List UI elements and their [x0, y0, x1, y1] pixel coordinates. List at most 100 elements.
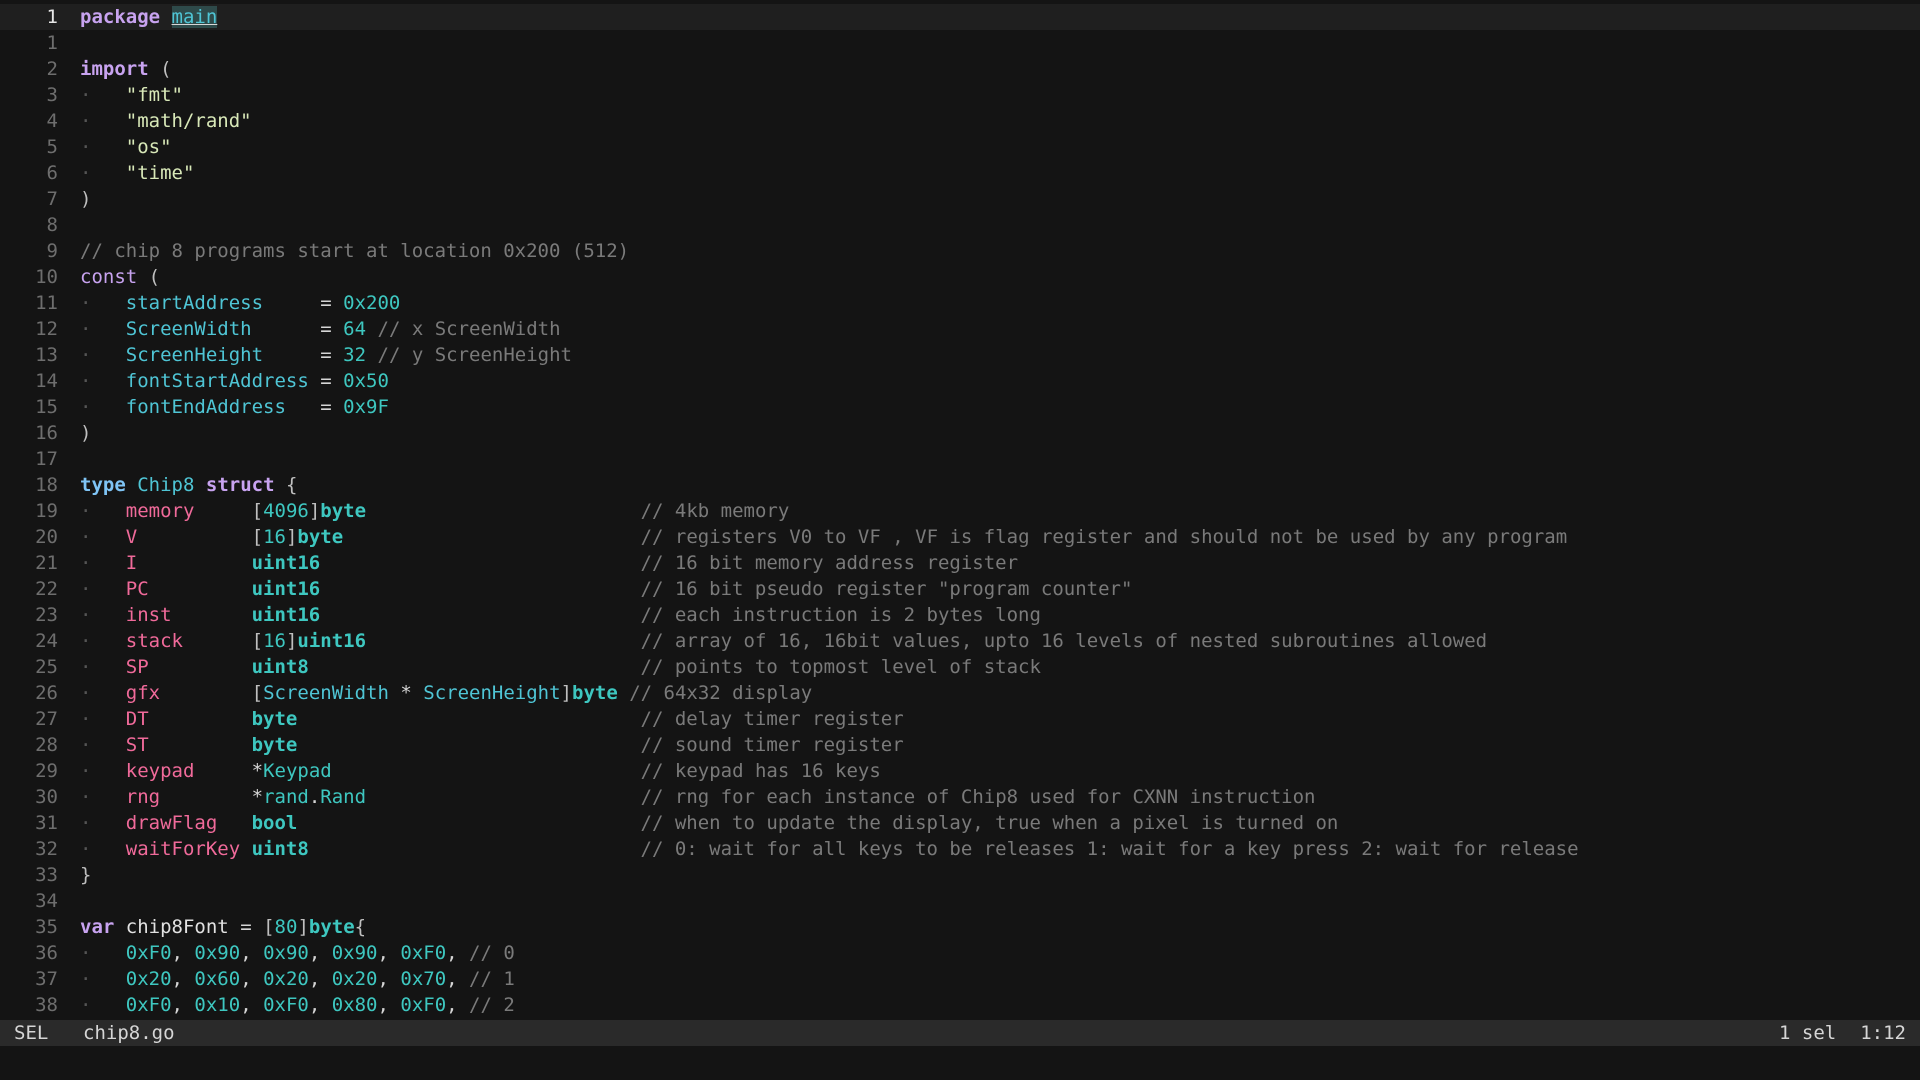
code-token: , — [308, 968, 332, 990]
code-line[interactable]: 29 · keypad *Keypad // keypad has 16 keys — [0, 758, 1920, 784]
line-number: 37 — [35, 968, 58, 990]
line-code: · 0xF0, 0x90, 0x90, 0x90, 0xF0, // 0 — [58, 940, 515, 966]
code-line[interactable]: 34 — [0, 888, 1920, 914]
code-line[interactable]: 10 const ( — [0, 264, 1920, 290]
code-line[interactable]: 35 var chip8Font = [80]byte{ — [0, 914, 1920, 940]
code-token: , — [240, 942, 264, 964]
code-token: var — [80, 916, 115, 938]
code-token: uint16 — [297, 630, 367, 652]
code-token: , — [308, 942, 332, 964]
code-line[interactable]: 17 — [0, 446, 1920, 472]
code-token: package — [80, 6, 161, 28]
status-right: 1 sel 1:12 — [1779, 1022, 1920, 1044]
code-line[interactable]: 32 · waitForKey uint8 // 0: wait for all … — [0, 836, 1920, 862]
code-line[interactable]: 26 · gfx [ScreenWidth * ScreenHeight]byte… — [0, 680, 1920, 706]
code-line[interactable]: 5 · "os" — [0, 134, 1920, 160]
code-token: = — [240, 916, 252, 938]
code-token: · — [80, 942, 126, 964]
code-line[interactable]: 20 · V [16]byte // registers V0 to VF , V… — [0, 524, 1920, 550]
line-number: 14 — [35, 370, 58, 392]
code-token: // rng for each instance of Chip8 used f… — [640, 786, 1316, 808]
code-line[interactable]: 9 // chip 8 programs start at location 0x… — [0, 238, 1920, 264]
code-token: 0x9F — [343, 396, 389, 418]
code-token: = — [320, 318, 332, 340]
code-token: startAddress — [125, 292, 264, 314]
code-token: , — [377, 942, 401, 964]
code-line[interactable]: 12 · ScreenWidth = 64 // x ScreenWidth — [0, 316, 1920, 342]
code-line[interactable]: 36 · 0xF0, 0x90, 0x90, 0x90, 0xF0, // 0 — [0, 940, 1920, 966]
code-line[interactable]: 6 · "time" — [0, 160, 1920, 186]
code-token: , — [171, 968, 195, 990]
code-token: , — [171, 942, 195, 964]
code-token: const — [80, 266, 138, 288]
code-line[interactable]: 11 · startAddress = 0x200 — [0, 290, 1920, 316]
code-token: // array of 16, 16bit values, upto 16 le… — [640, 630, 1488, 652]
code-token: 0xF0 — [400, 942, 447, 964]
code-token: ] — [560, 682, 572, 704]
command-line[interactable] — [0, 1046, 1920, 1080]
code-line[interactable]: 24 · stack [16]uint16 // array of 16, 16b… — [0, 628, 1920, 654]
code-line[interactable]: 13 · ScreenHeight = 32 // y ScreenHeight — [0, 342, 1920, 368]
code-line[interactable]: 25 · SP uint8 // points to topmost level … — [0, 654, 1920, 680]
code-line[interactable]: 1 package main — [0, 4, 1920, 30]
line-code: · "time" — [58, 160, 194, 186]
status-bar: SEL chip8.go 1 sel 1:12 — [0, 1020, 1920, 1046]
code-line[interactable]: 15 · fontEndAddress = 0x9F — [0, 394, 1920, 420]
code-line[interactable]: 1 — [0, 30, 1920, 56]
code-token: "time" — [125, 162, 195, 184]
code-token: = — [320, 344, 332, 366]
code-line[interactable]: 27 · DT byte // delay timer register — [0, 706, 1920, 732]
code-line[interactable]: 23 · inst uint16 // each instruction is 2… — [0, 602, 1920, 628]
code-line[interactable]: 14 · fontStartAddress = 0x50 — [0, 368, 1920, 394]
line-number: 15 — [35, 396, 58, 418]
code-line[interactable]: 3 · "fmt" — [0, 82, 1920, 108]
code-line[interactable]: 21 · I uint16 // 16 bit memory address re… — [0, 550, 1920, 576]
line-code: // chip 8 programs start at location 0x2… — [58, 238, 629, 264]
line-number: 13 — [35, 344, 58, 366]
code-token: // delay timer register — [640, 708, 904, 730]
selection-count: 1 sel — [1779, 1022, 1837, 1044]
code-line[interactable]: 2 import ( — [0, 56, 1920, 82]
mode-indicator: SEL — [14, 1022, 49, 1044]
code-line[interactable]: 31 · drawFlag bool // when to update the … — [0, 810, 1920, 836]
code-token: } — [80, 864, 92, 886]
code-line[interactable]: 28 · ST byte // sound timer register — [0, 732, 1920, 758]
code-line[interactable]: 16) — [0, 420, 1920, 446]
code-line[interactable]: 7) — [0, 186, 1920, 212]
line-number: 20 — [35, 526, 58, 548]
code-line[interactable]: 22 · PC uint16 // 16 bit pseudo register … — [0, 576, 1920, 602]
code-token: // 16 bit pseudo register "program count… — [640, 578, 1133, 600]
code-line[interactable]: 38 · 0xF0, 0x10, 0xF0, 0x80, 0xF0, // 2 — [0, 992, 1920, 1018]
code-token: uint8 — [251, 838, 309, 860]
code-line[interactable]: 30 · rng *rand.Rand // rng for each insta… — [0, 784, 1920, 810]
code-line[interactable]: 4 · "math/rand" — [0, 108, 1920, 134]
code-editor[interactable]: 1 package main 1 2 import (3 · "fmt" 4 · "math/… — [0, 4, 1920, 1020]
line-number: 5 — [46, 136, 58, 158]
code-line[interactable]: 19 · memory [4096]byte // 4kb memory — [0, 498, 1920, 524]
code-line[interactable]: 18 type Chip8 struct { — [0, 472, 1920, 498]
code-line[interactable]: 8 — [0, 212, 1920, 238]
code-token: * — [251, 760, 264, 782]
code-token: // when to update the display, true when… — [640, 812, 1339, 834]
code-line[interactable]: 37 · 0x20, 0x60, 0x20, 0x20, 0x70, // 1 — [0, 966, 1920, 992]
code-token: ScreenWidth — [125, 318, 252, 340]
line-number: 8 — [46, 214, 58, 236]
code-token: byte — [251, 734, 298, 756]
code-line[interactable]: 33} — [0, 862, 1920, 888]
code-token: [ — [251, 500, 264, 522]
code-token: main — [171, 6, 218, 28]
